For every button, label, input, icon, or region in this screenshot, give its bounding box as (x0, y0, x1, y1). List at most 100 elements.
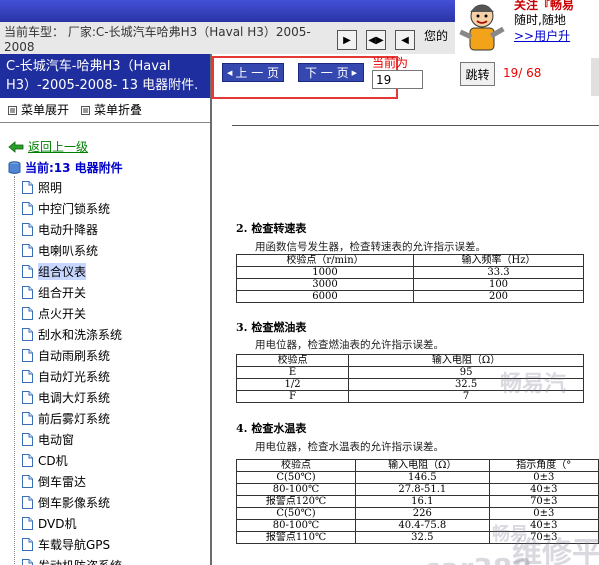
document-page: 2. 检查转速表 用函数信号发生器，检查转速表的允许指示误差。 校验点（r/mi… (212, 100, 599, 565)
document-icon (22, 201, 33, 215)
nav-back-button[interactable]: ◀ (395, 30, 415, 50)
table-row: 报警点110℃ 32.5 70±3 (236, 531, 599, 544)
menu-collapse-button[interactable]: 菜单折叠 (81, 98, 142, 122)
table-cell: 3000 (235, 278, 415, 291)
current-folder-label: 当前:13 电器附件 (25, 161, 123, 175)
back-icon: ◀ (401, 34, 409, 46)
table-cell: 95 (348, 366, 584, 379)
document-icon (22, 474, 33, 488)
table-row: 6000 200 (235, 290, 584, 303)
table-header-cell: 指示角度（° (488, 459, 599, 472)
table-cell: 80-100℃ (236, 519, 356, 532)
watermark: car388 (424, 552, 532, 565)
sidebar-item-label: 电调大灯系统 (38, 390, 111, 405)
sidebar-item[interactable]: 电动升降器 (22, 219, 98, 239)
content-pane: ◀ 上 一 页 下 一 页 ▶ 当前为 跳转 19/ 68 2. 检查转速表 用… (212, 54, 599, 565)
sidebar-item[interactable]: 倒车雷达 (22, 471, 86, 491)
table-cell: 40±3 (488, 519, 599, 532)
back-link[interactable]: 返回上一级 (8, 138, 88, 155)
table-row: 80-100℃ 40.4-75.8 40±3 (236, 519, 599, 532)
play-icon: ▶ (343, 34, 351, 46)
document-icon (22, 537, 33, 551)
section-title: 4. 检查水温表 (236, 422, 307, 435)
document-icon (22, 180, 33, 194)
sidebar-item[interactable]: CD机 (22, 450, 68, 470)
menu-collapse-label: 菜单折叠 (94, 103, 143, 117)
document-icon (22, 369, 33, 383)
promo-link[interactable]: >>用户升 (514, 27, 570, 44)
page-count: 19/ 68 (503, 66, 542, 80)
prev-page-label: 上 一 页 (235, 66, 280, 80)
page-number-input[interactable] (372, 70, 423, 89)
document-icon (22, 516, 33, 530)
nav-play-button[interactable]: ▶ (337, 30, 357, 50)
table-header-row: 校验点 输入电阻（Ω） (235, 354, 584, 367)
table-row: 3000 100 (235, 278, 584, 291)
jump-button[interactable]: 跳转 (460, 62, 495, 86)
table-cell: 报警点110℃ (236, 531, 356, 544)
back-label: 返回上一级 (28, 140, 89, 154)
menu-expand-button[interactable]: 菜单展开 (8, 98, 69, 122)
sidebar-item[interactable]: 自动灯光系统 (22, 366, 110, 386)
table-cell: 33.3 (413, 266, 584, 279)
sidebar-item[interactable]: 组合开关 (22, 282, 86, 302)
document-icon (22, 285, 33, 299)
section-subtitle: 用电位器，检查燃油表的允许指示误差。 (255, 339, 444, 351)
document-icon (22, 432, 33, 446)
sidebar-item[interactable]: 电喇叭系统 (22, 240, 98, 260)
sidebar-item[interactable]: DVD机 (22, 513, 76, 533)
sidebar-item-label: 车载导航GPS (38, 537, 111, 552)
table-header-cell: 校验点（r/min） (235, 254, 415, 267)
sidebar-item[interactable]: 前后雾灯系统 (22, 408, 110, 428)
table-cell: 200 (413, 290, 584, 303)
table-cell: 27.8-51.1 (355, 483, 490, 496)
prev-page-button[interactable]: ◀ 上 一 页 (222, 63, 284, 82)
sidebar-item[interactable]: 中控门锁系统 (22, 198, 110, 218)
table-header-cell: 校验点 (235, 354, 350, 367)
expand-icon (8, 105, 17, 115)
table-cell: 0±3 (488, 471, 599, 484)
table-cell: 146.5 (355, 471, 490, 484)
sidebar-item-label: 前后雾灯系统 (38, 411, 111, 426)
table-cell: 70±3 (488, 531, 599, 544)
sidebar-item[interactable]: 倒车影像系统 (22, 492, 110, 512)
document-icon (22, 348, 33, 362)
promo-subtitle: 随时,随地 (514, 13, 566, 27)
sidebar-item[interactable]: 点火开关 (22, 303, 86, 323)
sidebar-item[interactable]: 自动雨刷系统 (22, 345, 110, 365)
sidebar-item[interactable]: 刮水和洗涤系统 (22, 324, 122, 344)
table-header-cell: 输入频率（Hz） (413, 254, 584, 267)
sidebar-item-label: 照明 (38, 180, 63, 195)
table-cell: 32.5 (348, 378, 584, 391)
table-row: C(50℃) 226 0±3 (236, 507, 599, 520)
table-header-cell: 输入电阻（Ω） (348, 354, 584, 367)
table-cell: C(50℃) (236, 507, 356, 520)
table-cell: 32.5 (355, 531, 490, 544)
sidebar-item[interactable]: 组合仪表 (22, 261, 87, 281)
promo-area: 关注『畅易 随时,随地 >>用户升 (510, 0, 599, 54)
table-cell: C(50℃) (236, 471, 356, 484)
menu-expand-label: 菜单展开 (21, 103, 70, 117)
pager-scrollbar[interactable] (591, 58, 599, 96)
sidebar-item-label: 电动窗 (38, 432, 75, 447)
table-cell: 6000 (235, 290, 415, 303)
sidebar-item-label: 发动机防盗系统 (38, 557, 122, 565)
sidebar-item[interactable]: 电动窗 (22, 429, 74, 449)
document-icon (22, 327, 33, 341)
document-icon (22, 495, 33, 509)
section-subtitle: 用函数信号发生器，检查转速表的允许指示误差。 (255, 241, 486, 253)
sidebar-item[interactable]: 照明 (22, 177, 62, 197)
sidebar-item-label: 组合仪表 (38, 262, 87, 280)
fuel-gauge-table: 校验点 输入电阻（Ω） E 95 1/2 32.5 F 7 (235, 354, 584, 403)
sidebar-item-label: 电动升降器 (38, 222, 99, 237)
table-cell: 16.1 (355, 495, 490, 508)
nav-fit-button[interactable]: ◀▶ (366, 30, 386, 50)
next-page-button[interactable]: 下 一 页 ▶ (298, 63, 364, 82)
sidebar-item[interactable]: 电调大灯系统 (22, 387, 110, 407)
table-header-row: 校验点（r/min） 输入频率（Hz） (235, 254, 584, 267)
table-row: 报警点120℃ 16.1 70±3 (236, 495, 599, 508)
current-page-label: 当前为 (372, 56, 409, 70)
sidebar-item[interactable]: 车载导航GPS (22, 534, 110, 554)
sidebar-item[interactable]: 发动机防盗系统 (22, 555, 122, 565)
table-cell: 226 (355, 507, 490, 520)
